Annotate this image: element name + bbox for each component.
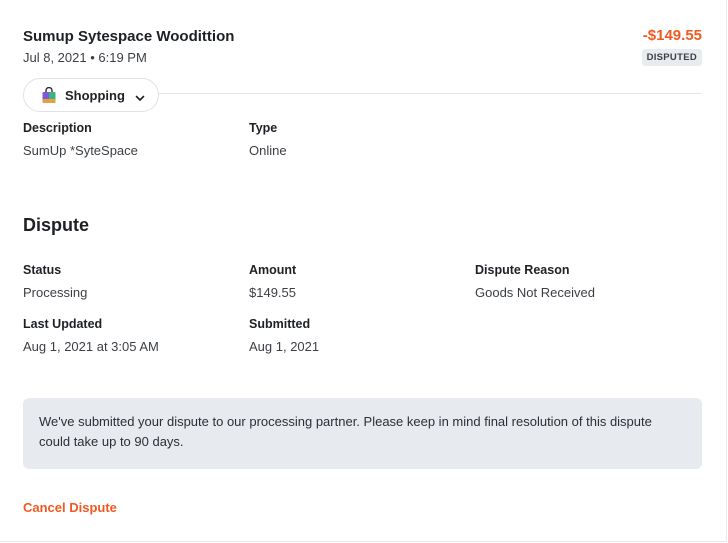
last-updated-label: Last Updated (23, 317, 103, 331)
dispute-notice: We've submitted your dispute to our proc… (23, 398, 702, 469)
dispute-status-value: Processing (23, 285, 88, 300)
dispute-amount-value: $149.55 (249, 285, 296, 300)
description-value: SumUp *SyteSpace (23, 143, 138, 158)
divider (150, 93, 702, 94)
submitted-value: Aug 1, 2021 (249, 339, 320, 354)
dispute-status-label: Status (23, 263, 62, 277)
dispute-reason-value: Goods Not Received (475, 285, 595, 300)
last-updated-value: Aug 1, 2021 at 3:05 AM (23, 339, 159, 354)
transaction-datetime: Jul 8, 2021 • 6:19 PM (23, 50, 147, 65)
type-label: Type (249, 121, 278, 135)
description-label: Description (23, 121, 92, 135)
submitted-label: Submitted (249, 317, 311, 331)
dispute-reason-label: Dispute Reason (475, 263, 570, 277)
merchant-name: Sumup Sytespace Woodittion (23, 28, 235, 45)
section-title-dispute: Dispute (23, 215, 90, 235)
category-label: Shopping (65, 87, 125, 103)
chevron-down-icon (135, 90, 145, 101)
type-value: Online (249, 143, 287, 158)
shopping-bag-icon (41, 86, 57, 104)
category-dropdown[interactable]: Shopping (23, 78, 159, 112)
dispute-amount-label: Amount (249, 263, 297, 277)
status-badge: DISPUTED (641, 49, 702, 66)
cancel-dispute-link[interactable]: Cancel Dispute (23, 500, 117, 515)
transaction-amount: -$149.55 (642, 27, 702, 44)
